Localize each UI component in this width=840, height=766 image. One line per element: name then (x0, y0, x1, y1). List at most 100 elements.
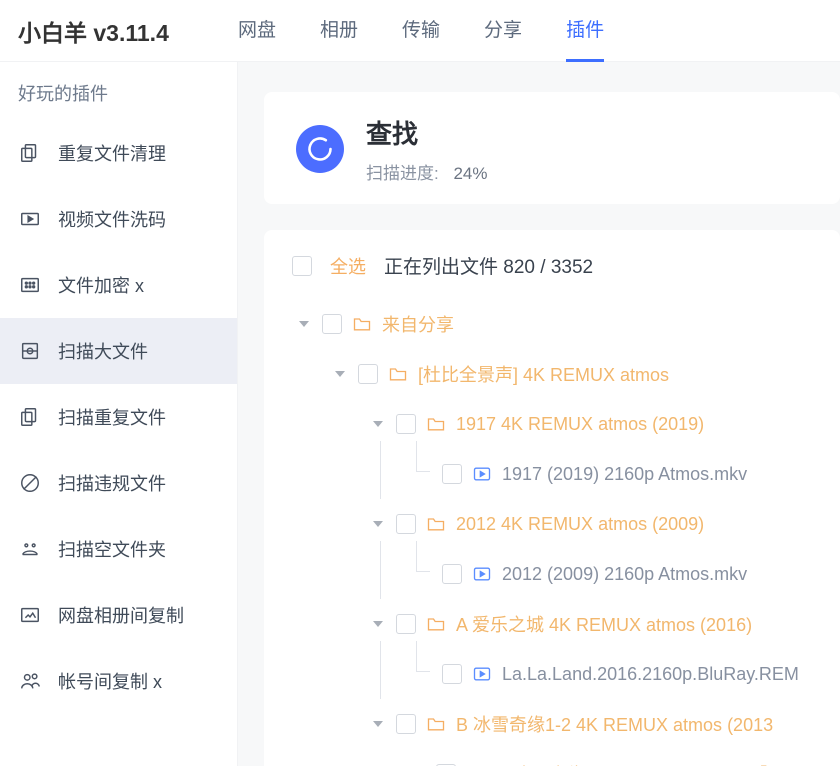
sidebar-item-scan-violation[interactable]: 扫描违规文件 (0, 450, 237, 516)
tree-row-file[interactable]: 1917 (2019) 2160p Atmos.mkv (292, 449, 840, 499)
app-title: 小白羊 v3.11.4 (18, 14, 238, 48)
sidebar-item-encrypt[interactable]: 文件加密 x (0, 252, 237, 318)
caret-icon[interactable] (370, 416, 386, 432)
tree-checkbox[interactable] (396, 614, 416, 634)
sidebar-item-duplicate-clean[interactable]: 重复文件清理 (0, 120, 237, 186)
tab-transfer[interactable]: 传输 (402, 0, 440, 62)
file-list-panel: 全选 正在列出文件 820 / 3352 来自分享 [杜比全景声] 4K REM… (264, 230, 840, 766)
sidebar-item-copy-album[interactable]: 网盘相册间复制 (0, 582, 237, 648)
sidebar-item-label: 扫描违规文件 (58, 470, 166, 496)
sidebar-item-label: 网盘相册间复制 (58, 602, 184, 628)
tree-checkbox[interactable] (396, 514, 416, 534)
folder-icon (388, 364, 408, 384)
folder-icon (426, 514, 446, 534)
tree-label: 来自分享 (382, 311, 454, 337)
counting-text: 正在列出文件 820 / 3352 (384, 252, 593, 279)
main: 查找 扫描进度: 24% 全选 正在列出文件 820 / 3352 (238, 62, 840, 766)
tree-connector (370, 649, 396, 699)
tree-row-folder[interactable]: B 冰雪奇缘1 4K REMUX (2013)【071 (292, 749, 840, 766)
video-file-icon (472, 464, 492, 484)
tree-checkbox[interactable] (322, 314, 342, 334)
caret-icon[interactable] (296, 316, 312, 332)
scan-large-icon (18, 339, 42, 363)
sidebar-item-scan-large[interactable]: 扫描大文件 (0, 318, 237, 384)
tree-label: B 冰雪奇缘1 4K REMUX (2013)【071 (496, 761, 797, 766)
scan-dup-icon (18, 405, 42, 429)
sidebar-title: 好玩的插件 (0, 80, 237, 120)
tree-row-folder[interactable]: 2012 4K REMUX atmos (2009) (292, 499, 840, 549)
folder-icon (426, 414, 446, 434)
caret-icon[interactable] (370, 616, 386, 632)
tree-label: [杜比全景声] 4K REMUX atmos (418, 361, 669, 387)
sidebar-item-label: 帐号间复制 x (58, 668, 162, 694)
sidebar-item-label: 视频文件洗码 (58, 206, 166, 232)
tree-row-file[interactable]: La.La.Land.2016.2160p.BluRay.REM (292, 649, 840, 699)
scan-badge-icon (296, 125, 344, 173)
file-tree: 来自分享 [杜比全景声] 4K REMUX atmos 1917 4K REMU… (292, 299, 840, 766)
topbar: 小白羊 v3.11.4 网盘 相册 传输 分享 插件 (0, 0, 840, 62)
sidebar-item-label: 扫描空文件夹 (58, 536, 166, 562)
violation-icon (18, 471, 42, 495)
tree-row-root[interactable]: 来自分享 (292, 299, 840, 349)
scan-panel: 查找 扫描进度: 24% (264, 92, 840, 204)
video-file-icon (472, 564, 492, 584)
caret-icon[interactable] (332, 366, 348, 382)
tree-connector (370, 549, 396, 599)
tree-row-folder[interactable]: A 爱乐之城 4K REMUX atmos (2016) (292, 599, 840, 649)
encrypt-icon (18, 273, 42, 297)
video-convert-icon (18, 207, 42, 231)
scan-title: 查找 (366, 114, 488, 151)
list-header: 全选 正在列出文件 820 / 3352 (292, 252, 840, 299)
video-file-icon (472, 664, 492, 684)
tab-plugin[interactable]: 插件 (566, 0, 604, 62)
tree-checkbox[interactable] (442, 664, 462, 684)
sidebar-item-copy-account[interactable]: 帐号间复制 x (0, 648, 237, 714)
tab-share[interactable]: 分享 (484, 0, 522, 62)
tree-label: 2012 (2009) 2160p Atmos.mkv (502, 564, 747, 585)
sidebar-item-video-convert[interactable]: 视频文件洗码 (0, 186, 237, 252)
tree-label: 1917 (2019) 2160p Atmos.mkv (502, 464, 747, 485)
content: 好玩的插件 重复文件清理 视频文件洗码 文件加密 x 扫描大文件 (0, 62, 840, 766)
tree-checkbox[interactable] (442, 564, 462, 584)
tree-row-file[interactable]: 2012 (2009) 2160p Atmos.mkv (292, 549, 840, 599)
tree-checkbox[interactable] (358, 364, 378, 384)
folder-icon (426, 714, 446, 734)
sidebar: 好玩的插件 重复文件清理 视频文件洗码 文件加密 x 扫描大文件 (0, 62, 238, 766)
sidebar-item-label: 扫描大文件 (58, 338, 148, 364)
copy-album-icon (18, 603, 42, 627)
copy-account-icon (18, 669, 42, 693)
sidebar-item-scan-empty[interactable]: 扫描空文件夹 (0, 516, 237, 582)
tab-pan[interactable]: 网盘 (238, 0, 276, 62)
tree-branch (406, 549, 432, 599)
select-all-checkbox[interactable] (292, 256, 312, 276)
tree-row-folder[interactable]: 1917 4K REMUX atmos (2019) (292, 399, 840, 449)
caret-icon[interactable] (370, 516, 386, 532)
tab-album[interactable]: 相册 (320, 0, 358, 62)
tree-label: 2012 4K REMUX atmos (2009) (456, 514, 704, 535)
tree-row-folder[interactable]: B 冰雪奇缘1-2 4K REMUX atmos (2013 (292, 699, 840, 749)
tree-label: La.La.Land.2016.2160p.BluRay.REM (502, 664, 799, 685)
sidebar-item-label: 文件加密 x (58, 272, 144, 298)
scan-progress-line: 扫描进度: 24% (366, 159, 488, 184)
empty-folder-icon (18, 537, 42, 561)
tree-connector (370, 449, 396, 499)
duplicate-icon (18, 141, 42, 165)
folder-icon (426, 614, 446, 634)
tree-row-atmos[interactable]: [杜比全景声] 4K REMUX atmos (292, 349, 840, 399)
caret-icon[interactable] (370, 716, 386, 732)
tree-label: A 爱乐之城 4K REMUX atmos (2016) (456, 611, 752, 637)
sidebar-item-label: 扫描重复文件 (58, 404, 166, 430)
sidebar-item-scan-dup[interactable]: 扫描重复文件 (0, 384, 237, 450)
scan-progress-label: 扫描进度: (366, 164, 439, 183)
select-all-link[interactable]: 全选 (330, 253, 366, 279)
tree-branch (406, 649, 432, 699)
scan-progress-pct: 24% (453, 164, 487, 183)
tree-label: 1917 4K REMUX atmos (2019) (456, 414, 704, 435)
tree-checkbox[interactable] (396, 714, 416, 734)
folder-icon (352, 314, 372, 334)
tree-label: B 冰雪奇缘1-2 4K REMUX atmos (2013 (456, 711, 773, 737)
sidebar-item-label: 重复文件清理 (58, 140, 166, 166)
tree-checkbox[interactable] (442, 464, 462, 484)
tree-checkbox[interactable] (396, 414, 416, 434)
tree-branch (406, 449, 432, 499)
